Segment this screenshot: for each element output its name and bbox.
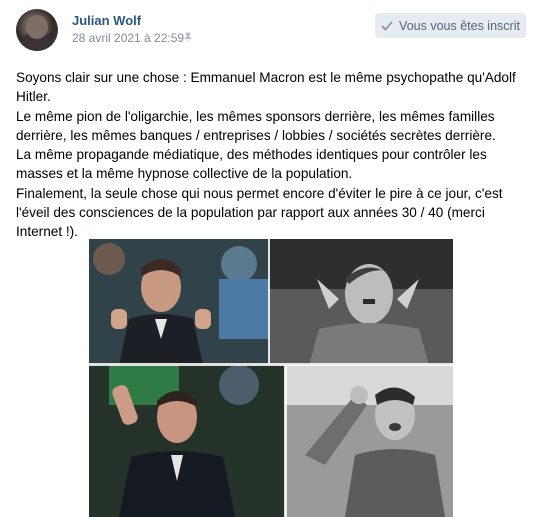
collage-divider	[89, 363, 453, 366]
post-paragraph: La même propagande médiatique, des métho…	[16, 147, 487, 182]
subscribed-button[interactable]: Vous vous êtes inscrit	[375, 13, 526, 38]
author-name[interactable]: Julian Wolf	[72, 13, 141, 28]
post-header: Julian Wolf 28 avril 2021 à 22:59 Vous v…	[0, 0, 540, 60]
post-text: Soyons clair sur une chose : Emmanuel Ma…	[16, 68, 531, 242]
photo-panel-top-left	[89, 239, 269, 365]
avatar[interactable]	[16, 9, 58, 51]
photo-panel-top-right	[269, 239, 453, 365]
check-icon	[381, 20, 393, 32]
collage-divider	[268, 239, 270, 365]
post-paragraph: Soyons clair sur une chose : Emmanuel Ma…	[16, 70, 516, 105]
collage-divider	[284, 365, 287, 517]
pin-icon	[183, 32, 193, 42]
subscribed-label: Vous vous êtes inscrit	[399, 18, 520, 33]
post-date[interactable]: 28 avril 2021 à 22:59	[72, 31, 184, 45]
photo-panel-bottom-right	[285, 365, 453, 517]
post-image-collage[interactable]	[89, 239, 453, 517]
post-paragraph: Le même pion de l'oligarchie, les mêmes …	[16, 108, 496, 143]
post-paragraph: Finalement, la seule chose qui nous perm…	[16, 185, 503, 240]
photo-panel-bottom-left	[89, 365, 285, 517]
